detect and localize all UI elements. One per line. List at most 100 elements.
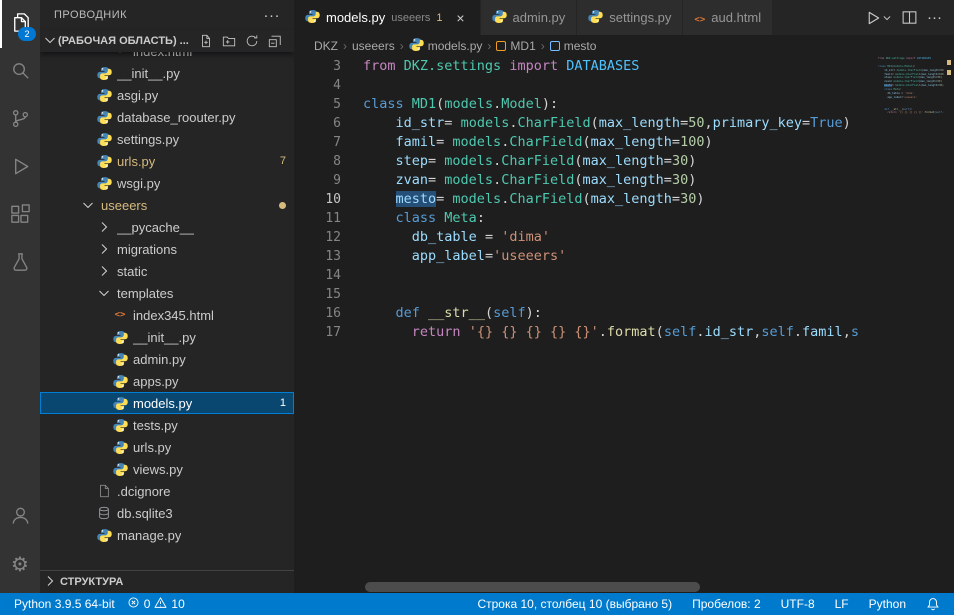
tab-settings-py[interactable]: settings.py <box>577 0 683 35</box>
tree-item-migrations[interactable]: migrations <box>40 238 294 260</box>
py-file-icon <box>96 88 112 103</box>
gutter-line-number[interactable]: 4 <box>294 78 341 93</box>
tree-item-wsgi-py[interactable]: wsgi.py <box>40 172 294 194</box>
tree-item-settings-py[interactable]: settings.py <box>40 128 294 150</box>
gutter-line-number[interactable]: 8 <box>294 154 341 169</box>
breadcrumb-item-useeers[interactable]: useeers <box>352 39 395 53</box>
activity-item-account[interactable] <box>0 493 40 541</box>
gutter-line-number[interactable]: 10 <box>294 192 341 207</box>
language-mode-status[interactable]: Python <box>863 593 912 615</box>
eol-status[interactable]: LF <box>829 593 855 615</box>
activity-item-source-control[interactable] <box>0 96 40 144</box>
activity-item-search[interactable] <box>0 48 40 96</box>
breadcrumb-item-md1[interactable]: MD1 <box>496 39 535 53</box>
code-line-3[interactable]: 3from DKZ.settings import DATABASES <box>294 57 878 76</box>
code-line-17[interactable]: 17 return '{} {} {} {} {}'.format(self.i… <box>294 323 878 342</box>
more-actions-icon[interactable]: ··· <box>264 7 281 24</box>
tree-item-tests-py[interactable]: tests.py <box>40 414 294 436</box>
code-line-5[interactable]: 5class MD1(models.Model): <box>294 95 878 114</box>
tree-item-index345-html[interactable]: <>index345.html <box>40 304 294 326</box>
tab-aud-html[interactable]: <>aud.html <box>683 0 773 35</box>
gutter-line-number[interactable]: 3 <box>294 59 341 74</box>
activity-item-settings[interactable]: ⚙ <box>0 541 40 589</box>
gutter-line-number[interactable]: 9 <box>294 173 341 188</box>
gutter-line-number[interactable]: 15 <box>294 287 341 302</box>
outline-label: СТРУКТУРА <box>60 576 123 588</box>
gutter-line-number[interactable]: 6 <box>294 116 341 131</box>
gutter-line-number[interactable]: 5 <box>294 97 341 112</box>
run-button[interactable] <box>864 9 892 27</box>
tree-item-urls-py[interactable]: urls.py <box>40 436 294 458</box>
tree-item-templates[interactable]: templates <box>40 282 294 304</box>
minimap[interactable]: from DKZ.settings import DATABASESclass … <box>878 57 944 115</box>
code-line-6[interactable]: 6 id_str= models.CharField(max_length=50… <box>294 114 878 133</box>
code-line-4[interactable]: 4 <box>294 76 878 95</box>
indentation-status[interactable]: Пробелов: 2 <box>686 593 767 615</box>
cursor-position-status[interactable]: Строка 10, столбец 10 (выбрано 5) <box>471 593 678 615</box>
code-editor[interactable]: 3from DKZ.settings import DATABASES 4 5cla… <box>294 57 878 581</box>
gutter-line-number[interactable]: 11 <box>294 211 341 226</box>
tree-item-label: wsgi.py <box>117 176 160 191</box>
code-line-8[interactable]: 8 step= models.CharField(max_length=30) <box>294 152 878 171</box>
gutter-line-number[interactable]: 13 <box>294 249 341 264</box>
activity-item-run-debug[interactable] <box>0 144 40 192</box>
tree-item-admin-py[interactable]: admin.py <box>40 348 294 370</box>
tree-item-label: manage.py <box>117 528 181 543</box>
new-file-icon[interactable] <box>199 34 213 48</box>
settings-icon: ⚙ <box>11 555 29 575</box>
tree-item--init-py[interactable]: __init__.py <box>40 326 294 348</box>
breadcrumb-item-models-py[interactable]: models.py <box>409 37 483 55</box>
code-line-14[interactable]: 14 <box>294 266 878 285</box>
breadcrumb: DKZ›useeers›models.py›MD1›mesto <box>294 35 954 57</box>
breadcrumb-item-dkz[interactable]: DKZ <box>314 39 338 53</box>
tree-item-models-py[interactable]: models.py1 <box>40 392 294 414</box>
problems-status[interactable]: 010 <box>121 593 191 615</box>
code-line-10[interactable]: 10 mesto= models.CharField(max_length=30… <box>294 190 878 209</box>
split-editor-button[interactable] <box>901 9 918 26</box>
tree-item-database-roouter-py[interactable]: database_roouter.py <box>40 106 294 128</box>
code-line-12[interactable]: 12 db_table = 'dima' <box>294 228 878 247</box>
gutter-line-number[interactable]: 16 <box>294 306 341 321</box>
workspace-section-header[interactable]: (РАБОЧАЯ ОБЛАСТЬ) ... <box>40 30 294 52</box>
tree-item-label: index345.html <box>133 308 214 323</box>
code-line-15[interactable]: 15 <box>294 285 878 304</box>
horizontal-scrollbar[interactable] <box>365 582 700 592</box>
tree-item-useeers[interactable]: useeers <box>40 194 294 216</box>
gutter-line-number[interactable]: 14 <box>294 268 341 283</box>
activity-item-extensions[interactable] <box>0 192 40 240</box>
code-line-11[interactable]: 11 class Meta: <box>294 209 878 228</box>
activity-item-testing[interactable] <box>0 240 40 288</box>
notifications-bell-icon[interactable] <box>920 593 946 615</box>
tab-models-py[interactable]: models.pyuseeers1× <box>294 0 481 35</box>
outline-section-header[interactable]: СТРУКТУРА <box>40 570 294 593</box>
tree-item--init-py[interactable]: __init__.py <box>40 62 294 84</box>
py-file-icon <box>112 418 128 433</box>
code-line-16[interactable]: 16 def __str__(self): <box>294 304 878 323</box>
gutter-line-number[interactable]: 17 <box>294 325 341 340</box>
python-interpreter-status[interactable]: Python 3.9.5 64-bit <box>8 593 121 615</box>
tree-item-apps-py[interactable]: apps.py <box>40 370 294 392</box>
tree-item-urls-py[interactable]: urls.py7 <box>40 150 294 172</box>
gutter-line-number[interactable]: 12 <box>294 230 341 245</box>
tree-item-manage-py[interactable]: manage.py <box>40 524 294 546</box>
tree-item-asgi-py[interactable]: asgi.py <box>40 84 294 106</box>
tree-item-views-py[interactable]: views.py <box>40 458 294 480</box>
close-icon[interactable]: × <box>453 10 469 26</box>
tree-item--dcignore[interactable]: .dcignore <box>40 480 294 502</box>
tree-item-static[interactable]: static <box>40 260 294 282</box>
tree-item-db-sqlite3[interactable]: db.sqlite3 <box>40 502 294 524</box>
activity-item-explorer[interactable]: 2 <box>0 0 40 48</box>
code-line-7[interactable]: 7 famil= models.CharField(max_length=100… <box>294 133 878 152</box>
code-line-13[interactable]: 13 app_label='useeers' <box>294 247 878 266</box>
encoding-status[interactable]: UTF-8 <box>775 593 821 615</box>
collapse-all-icon[interactable] <box>268 34 282 48</box>
tree-item--pycache-[interactable]: __pycache__ <box>40 216 294 238</box>
tab-admin-py[interactable]: admin.py <box>481 0 578 35</box>
breadcrumb-item-mesto[interactable]: mesto <box>550 39 597 53</box>
refresh-icon[interactable] <box>245 34 259 48</box>
gutter-line-number[interactable]: 7 <box>294 135 341 150</box>
code-line-9[interactable]: 9 zvan= models.CharField(max_length=30) <box>294 171 878 190</box>
new-folder-icon[interactable] <box>222 34 236 48</box>
more-actions-icon[interactable]: ··· <box>927 9 942 26</box>
tree-item-index-html[interactable]: <>index.html <box>40 52 294 62</box>
